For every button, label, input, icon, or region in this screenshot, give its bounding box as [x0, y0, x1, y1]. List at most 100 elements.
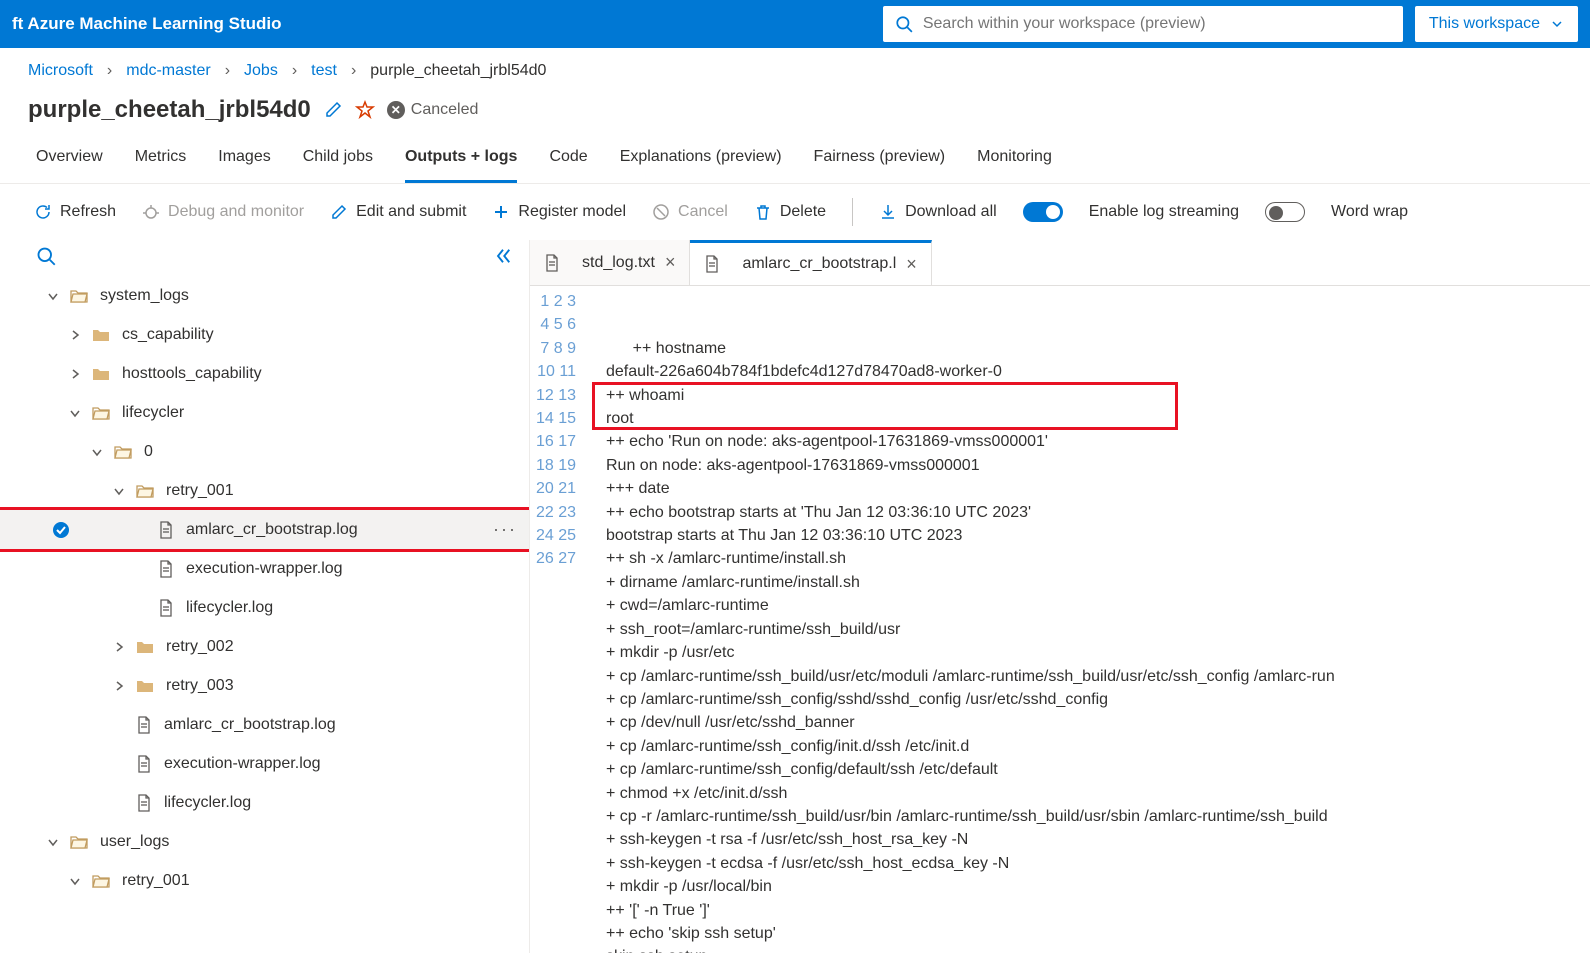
edit-title-icon[interactable]	[323, 100, 343, 120]
tree-folder-cs-capability[interactable]: cs_capability	[0, 315, 529, 354]
breadcrumb-sep: ›	[292, 62, 297, 80]
line-gutter: 1 2 3 4 5 6 7 8 9 10 11 12 13 14 15 16 1…	[530, 290, 588, 953]
tree-folder-user-logs[interactable]: user_logs	[0, 822, 529, 861]
log-streaming-toggle[interactable]	[1023, 202, 1063, 222]
brand: ft Azure Machine Learning Studio	[12, 14, 282, 34]
breadcrumb-item[interactable]: test	[311, 62, 337, 80]
chevron-right-icon	[112, 679, 126, 693]
status-badge: ✕ Canceled	[387, 101, 479, 119]
top-bar: ft Azure Machine Learning Studio This wo…	[0, 0, 1590, 48]
tree-label: hosttools_capability	[122, 365, 262, 383]
tab-overview[interactable]: Overview	[36, 142, 103, 183]
breadcrumb-item[interactable]: Microsoft	[28, 62, 93, 80]
close-icon[interactable]: ×	[665, 252, 676, 273]
code-view: 1 2 3 4 5 6 7 8 9 10 11 12 13 14 15 16 1…	[530, 286, 1590, 953]
more-icon[interactable]: ···	[493, 519, 517, 540]
tab-metrics[interactable]: Metrics	[135, 142, 187, 183]
chevron-right-icon	[112, 640, 126, 654]
tree-folder-retry-001[interactable]: retry_001	[0, 471, 529, 510]
search-box[interactable]	[883, 6, 1403, 42]
tree-label: retry_001	[122, 872, 190, 890]
refresh-button[interactable]: Refresh	[34, 203, 116, 221]
breadcrumb-item[interactable]: mdc-master	[126, 62, 210, 80]
editor-tab[interactable]: amlarc_cr_bootstrap.l ×	[690, 240, 931, 285]
editor-tabs: std_log.txt × amlarc_cr_bootstrap.l ×	[530, 240, 1590, 286]
cancel-icon	[652, 203, 670, 221]
tree-file-execution-wrapper-log[interactable]: execution-wrapper.log	[0, 744, 529, 783]
tree-label: retry_002	[166, 638, 234, 656]
breadcrumb-sep: ›	[107, 62, 112, 80]
tree-label: lifecycler	[122, 404, 184, 422]
scope-label: This workspace	[1429, 15, 1540, 33]
favorite-icon[interactable]	[355, 100, 375, 120]
download-all-button[interactable]: Download all	[879, 203, 997, 221]
trash-icon	[754, 203, 772, 221]
register-model-button[interactable]: Register model	[492, 203, 626, 221]
tree-folder-0[interactable]: 0	[0, 432, 529, 471]
breadcrumb-item: purple_cheetah_jrbl54d0	[370, 62, 546, 80]
tree-label: amlarc_cr_bootstrap.log	[186, 521, 358, 539]
chevron-down-icon	[68, 874, 82, 888]
tree-label: lifecycler.log	[186, 599, 273, 617]
editor-tab-label: std_log.txt	[582, 254, 655, 272]
tree-folder-system-logs[interactable]: system_logs	[0, 276, 529, 315]
refresh-icon	[34, 203, 52, 221]
tree-label: execution-wrapper.log	[186, 560, 343, 578]
chevron-right-icon	[68, 328, 82, 342]
tree-label: lifecycler.log	[164, 794, 251, 812]
delete-button[interactable]: Delete	[754, 203, 826, 221]
tab-explanations-preview-[interactable]: Explanations (preview)	[620, 142, 782, 183]
editor-tab[interactable]: std_log.txt ×	[530, 240, 690, 285]
word-wrap-label: Word wrap	[1331, 203, 1408, 221]
chevron-down-icon	[112, 484, 126, 498]
tab-monitoring[interactable]: Monitoring	[977, 142, 1052, 183]
chevron-down-icon	[90, 445, 104, 459]
tree-label: retry_003	[166, 677, 234, 695]
word-wrap-toggle[interactable]	[1265, 202, 1305, 222]
tree-label: 0	[144, 443, 153, 461]
file-tree-panel: system_logs cs_capability hosttools_capabi…	[0, 240, 530, 953]
close-icon[interactable]: ×	[906, 254, 917, 275]
checkmark-icon	[52, 521, 70, 539]
tree-folder-hosttools-capability[interactable]: hosttools_capability	[0, 354, 529, 393]
tab-fairness-preview-[interactable]: Fairness (preview)	[814, 142, 946, 183]
tree-file-amlarc-cr-bootstrap-log[interactable]: amlarc_cr_bootstrap.log	[0, 705, 529, 744]
page-title: purple_cheetah_jrbl54d0	[28, 96, 311, 124]
editor-panel: std_log.txt × amlarc_cr_bootstrap.l × 1 2 3…	[530, 240, 1590, 953]
toolbar: Refresh Debug and monitor Edit and submi…	[0, 184, 1590, 240]
tab-code[interactable]: Code	[549, 142, 587, 183]
tab-outputs-logs[interactable]: Outputs + logs	[405, 142, 517, 183]
tree-folder-lifecycler[interactable]: lifecycler	[0, 393, 529, 432]
search-input[interactable]	[923, 15, 1391, 33]
tree-label: execution-wrapper.log	[164, 755, 321, 773]
title-row: purple_cheetah_jrbl54d0 ✕ Canceled	[0, 90, 1590, 128]
tree-folder-retry-002[interactable]: retry_002	[0, 627, 529, 666]
tree-file-lifecycler-log[interactable]: lifecycler.log	[0, 783, 529, 822]
tree-file-amlarc-cr-bootstrap-log[interactable]: amlarc_cr_bootstrap.log ···	[0, 510, 529, 549]
breadcrumb-sep: ›	[351, 62, 356, 80]
tree-search-icon[interactable]	[36, 246, 56, 266]
scope-selector[interactable]: This workspace	[1415, 6, 1578, 42]
tab-bar: Overview Metrics Images Child jobs Outputs +…	[0, 128, 1590, 184]
breadcrumb: Microsoft›mdc-master›Jobs›test›purple_ch…	[0, 48, 1590, 90]
tab-child-jobs[interactable]: Child jobs	[303, 142, 373, 183]
tab-images[interactable]: Images	[218, 142, 270, 183]
bug-icon	[142, 203, 160, 221]
tree-file-lifecycler-log[interactable]: lifecycler.log	[0, 588, 529, 627]
highlight-box	[592, 382, 1178, 431]
download-icon	[879, 203, 897, 221]
tree-file-execution-wrapper-log[interactable]: execution-wrapper.log	[0, 549, 529, 588]
breadcrumb-item[interactable]: Jobs	[244, 62, 278, 80]
tree-label: user_logs	[100, 833, 169, 851]
tree-label: system_logs	[100, 287, 189, 305]
tree-folder-retry-003[interactable]: retry_003	[0, 666, 529, 705]
chevron-down-icon	[1550, 17, 1564, 31]
editor-tab-label: amlarc_cr_bootstrap.l	[742, 255, 896, 273]
tree-label: cs_capability	[122, 326, 214, 344]
edit-submit-button[interactable]: Edit and submit	[330, 203, 466, 221]
tree-folder-retry-001[interactable]: retry_001	[0, 861, 529, 900]
search-icon	[895, 15, 913, 33]
code-lines: ++ hostname default-226a604b784f1bdefc4d…	[588, 290, 1590, 953]
collapse-panel-icon[interactable]	[493, 246, 513, 266]
plus-icon	[492, 203, 510, 221]
